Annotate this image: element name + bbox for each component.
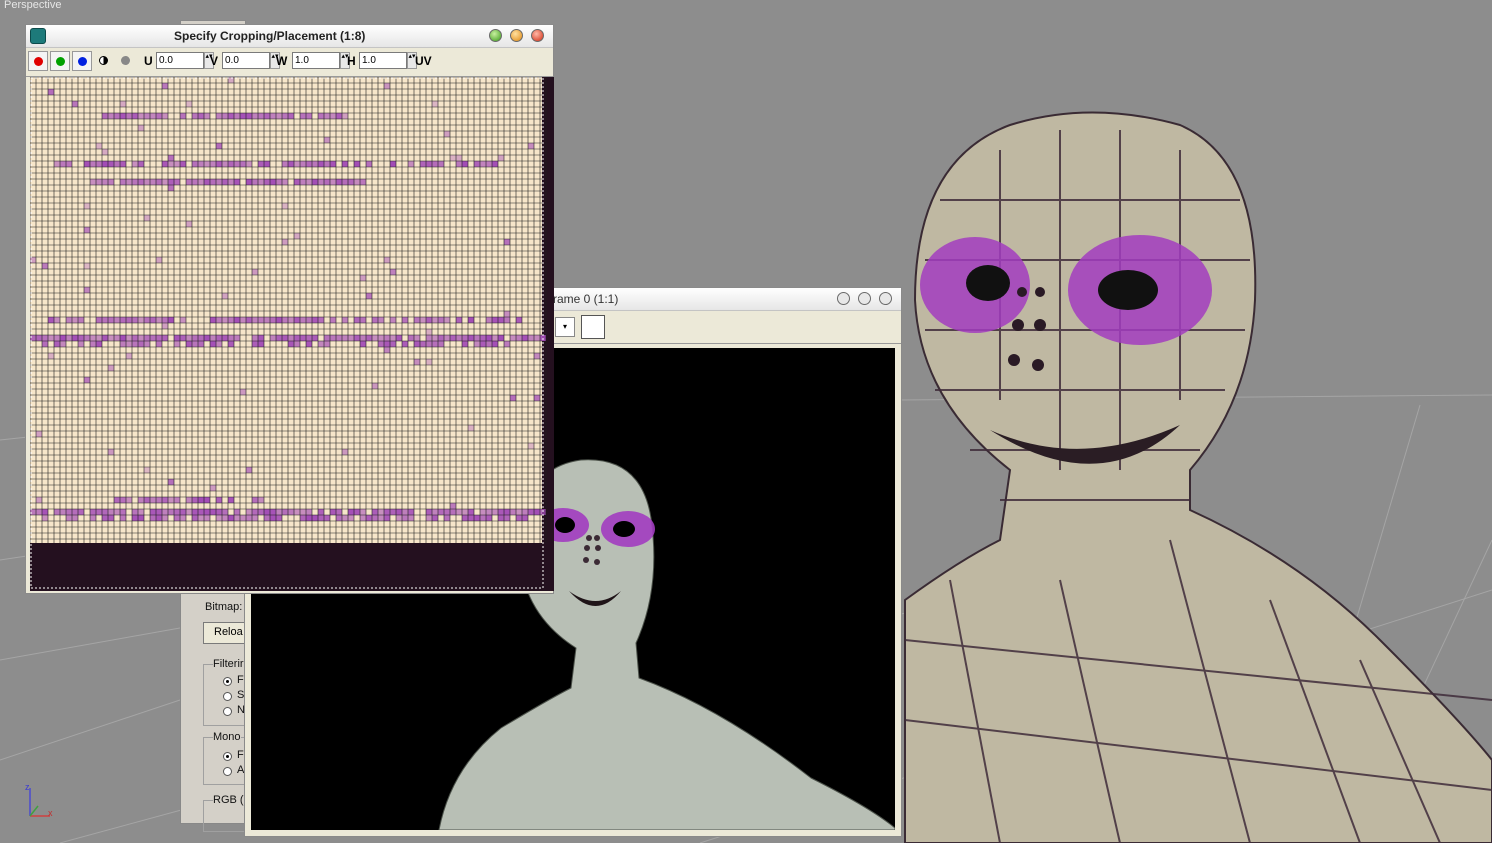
minimize-icon[interactable] <box>837 292 850 305</box>
axis-x-label: x <box>48 808 53 818</box>
filtering-label: Filterir <box>213 658 244 670</box>
u-label: U <box>144 54 153 68</box>
crop-toolbar: U 0.0 ▴▾ V 0.0 ▴▾ W 1.0 ▴▾ H 1.0 ▴▾ UV <box>26 48 553 77</box>
mono-radio-1[interactable] <box>223 752 232 761</box>
mono-option-1: F <box>237 749 244 761</box>
mono-icon[interactable] <box>99 56 108 65</box>
w-spinner[interactable]: 1.0 <box>292 52 340 69</box>
v-label: V <box>210 54 219 68</box>
close-icon[interactable] <box>879 292 892 305</box>
axis-z-label: z <box>25 782 30 792</box>
h-label: H <box>347 54 356 68</box>
filter-radio-2[interactable] <box>223 692 232 701</box>
color-swatch[interactable] <box>581 315 605 339</box>
red-channel-button[interactable] <box>28 51 48 71</box>
crop-title: Specify Cropping/Placement (1:8) <box>174 29 366 43</box>
h-spinner[interactable]: 1.0 <box>359 52 407 69</box>
u-spinner[interactable]: 0.0 <box>156 52 204 69</box>
mono-radio-2[interactable] <box>223 767 232 776</box>
channel-dropdown-icon[interactable]: ▾ <box>555 317 575 337</box>
crop-titlebar[interactable]: Specify Cropping/Placement (1:8) <box>26 25 553 48</box>
texture-canvas[interactable] <box>29 76 554 591</box>
frame-title: rame 0 (1:1) <box>553 292 619 306</box>
mono-label: Mono <box>213 731 241 743</box>
w-label: W <box>276 54 288 68</box>
alpha-icon[interactable] <box>121 56 130 65</box>
minimize-icon[interactable] <box>489 29 502 42</box>
bitmap-label: Bitmap: <box>205 601 243 613</box>
uv-label: UV <box>415 54 432 68</box>
app-icon <box>30 28 46 44</box>
green-channel-button[interactable] <box>50 51 70 71</box>
filter-radio-1[interactable] <box>223 677 232 686</box>
rgb-label: RGB ( <box>213 794 244 806</box>
maximize-icon[interactable] <box>858 292 871 305</box>
alien-model <box>904 111 1492 843</box>
filter-option-1: F <box>237 674 244 686</box>
blue-channel-button[interactable] <box>72 51 92 71</box>
close-icon[interactable] <box>531 29 544 42</box>
filter-radio-3[interactable] <box>223 707 232 716</box>
crop-placement-window: Specify Cropping/Placement (1:8) U 0.0 ▴… <box>25 24 554 594</box>
maximize-icon[interactable] <box>510 29 523 42</box>
texture-bitmap <box>29 76 554 591</box>
v-spinner[interactable]: 0.0 <box>222 52 270 69</box>
